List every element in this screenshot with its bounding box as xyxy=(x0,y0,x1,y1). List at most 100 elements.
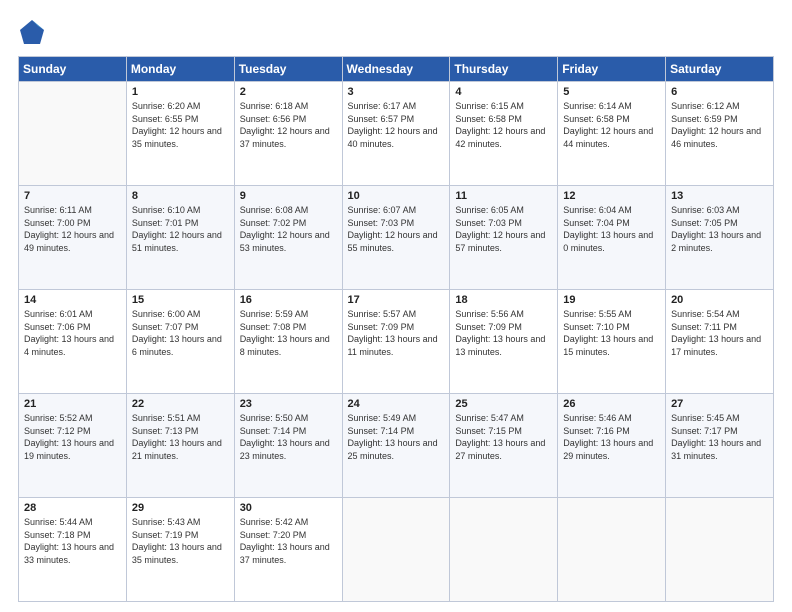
day-cell xyxy=(342,498,450,602)
day-cell: 6 Sunrise: 6:12 AMSunset: 6:59 PMDaylight… xyxy=(666,82,774,186)
day-number: 12 xyxy=(563,190,660,202)
day-cell: 18 Sunrise: 5:56 AMSunset: 7:09 PMDayligh… xyxy=(450,290,558,394)
day-number: 8 xyxy=(132,190,229,202)
day-number: 27 xyxy=(671,398,768,410)
day-cell: 5 Sunrise: 6:14 AMSunset: 6:58 PMDaylight… xyxy=(558,82,666,186)
day-info: Sunrise: 6:14 AMSunset: 6:58 PMDaylight:… xyxy=(563,100,660,150)
day-cell: 20 Sunrise: 5:54 AMSunset: 7:11 PMDayligh… xyxy=(666,290,774,394)
header xyxy=(18,18,774,46)
day-cell: 12 Sunrise: 6:04 AMSunset: 7:04 PMDayligh… xyxy=(558,186,666,290)
day-number: 13 xyxy=(671,190,768,202)
day-cell: 13 Sunrise: 6:03 AMSunset: 7:05 PMDayligh… xyxy=(666,186,774,290)
day-cell: 19Sunrise: 5:55 AMSunset: 7:10 PMDayligh… xyxy=(558,290,666,394)
column-header-sunday: Sunday xyxy=(19,57,127,82)
day-number: 6 xyxy=(671,86,768,98)
day-number: 29 xyxy=(132,502,229,514)
day-info: Sunrise: 5:46 AMSunset: 7:16 PMDaylight:… xyxy=(563,412,660,462)
day-number: 17 xyxy=(348,294,445,306)
day-number: 26 xyxy=(563,398,660,410)
column-header-wednesday: Wednesday xyxy=(342,57,450,82)
day-info: Sunrise: 6:10 AMSunset: 7:01 PMDaylight:… xyxy=(132,204,229,254)
week-row-5: 28 Sunrise: 5:44 AMSunset: 7:18 PMDayligh… xyxy=(19,498,774,602)
day-cell: 4 Sunrise: 6:15 AMSunset: 6:58 PMDaylight… xyxy=(450,82,558,186)
day-number: 10 xyxy=(348,190,445,202)
day-info: Sunrise: 6:15 AMSunset: 6:58 PMDaylight:… xyxy=(455,100,552,150)
day-cell: 24Sunrise: 5:49 AMSunset: 7:14 PMDayligh… xyxy=(342,394,450,498)
day-cell: 16 Sunrise: 5:59 AMSunset: 7:08 PMDayligh… xyxy=(234,290,342,394)
day-number: 30 xyxy=(240,502,337,514)
day-info: Sunrise: 6:07 AMSunset: 7:03 PMDaylight:… xyxy=(348,204,445,254)
day-number: 1 xyxy=(132,86,229,98)
day-cell: 10 Sunrise: 6:07 AMSunset: 7:03 PMDayligh… xyxy=(342,186,450,290)
column-header-tuesday: Tuesday xyxy=(234,57,342,82)
page: SundayMondayTuesdayWednesdayThursdayFrid… xyxy=(0,0,792,612)
day-number: 5 xyxy=(563,86,660,98)
day-info: Sunrise: 5:44 AMSunset: 7:18 PMDaylight:… xyxy=(24,516,121,566)
week-row-3: 14 Sunrise: 6:01 AMSunset: 7:06 PMDayligh… xyxy=(19,290,774,394)
day-cell: 22Sunrise: 5:51 AMSunset: 7:13 PMDayligh… xyxy=(126,394,234,498)
day-number: 18 xyxy=(455,294,552,306)
day-info: Sunrise: 6:03 AMSunset: 7:05 PMDaylight:… xyxy=(671,204,768,254)
day-info: Sunrise: 6:20 AMSunset: 6:55 PMDaylight:… xyxy=(132,100,229,150)
day-info: Sunrise: 5:57 AMSunset: 7:09 PMDaylight:… xyxy=(348,308,445,358)
day-info: Sunrise: 6:11 AMSunset: 7:00 PMDaylight:… xyxy=(24,204,121,254)
column-header-thursday: Thursday xyxy=(450,57,558,82)
day-number: 15 xyxy=(132,294,229,306)
column-header-monday: Monday xyxy=(126,57,234,82)
day-number: 21 xyxy=(24,398,121,410)
day-cell: 29 Sunrise: 5:43 AMSunset: 7:19 PMDayligh… xyxy=(126,498,234,602)
day-info: Sunrise: 5:56 AMSunset: 7:09 PMDaylight:… xyxy=(455,308,552,358)
day-number: 28 xyxy=(24,502,121,514)
day-number: 2 xyxy=(240,86,337,98)
day-number: 11 xyxy=(455,190,552,202)
day-cell: 15 Sunrise: 6:00 AMSunset: 7:07 PMDayligh… xyxy=(126,290,234,394)
day-info: Sunrise: 5:47 AMSunset: 7:15 PMDaylight:… xyxy=(455,412,552,462)
day-info: Sunrise: 5:45 AMSunset: 7:17 PMDaylight:… xyxy=(671,412,768,462)
day-number: 3 xyxy=(348,86,445,98)
day-cell xyxy=(666,498,774,602)
day-cell: 17 Sunrise: 5:57 AMSunset: 7:09 PMDayligh… xyxy=(342,290,450,394)
day-cell: 30 Sunrise: 5:42 AMSunset: 7:20 PMDayligh… xyxy=(234,498,342,602)
day-info: Sunrise: 6:00 AMSunset: 7:07 PMDaylight:… xyxy=(132,308,229,358)
day-number: 4 xyxy=(455,86,552,98)
day-cell: 1 Sunrise: 6:20 AMSunset: 6:55 PMDaylight… xyxy=(126,82,234,186)
week-row-2: 7 Sunrise: 6:11 AMSunset: 7:00 PMDaylight… xyxy=(19,186,774,290)
day-number: 22 xyxy=(132,398,229,410)
logo-icon xyxy=(18,18,46,46)
day-info: Sunrise: 5:43 AMSunset: 7:19 PMDaylight:… xyxy=(132,516,229,566)
day-info: Sunrise: 6:01 AMSunset: 7:06 PMDaylight:… xyxy=(24,308,121,358)
day-info: Sunrise: 6:12 AMSunset: 6:59 PMDaylight:… xyxy=(671,100,768,150)
day-cell: 9 Sunrise: 6:08 AMSunset: 7:02 PMDaylight… xyxy=(234,186,342,290)
day-info: Sunrise: 5:52 AMSunset: 7:12 PMDaylight:… xyxy=(24,412,121,462)
day-number: 9 xyxy=(240,190,337,202)
day-number: 20 xyxy=(671,294,768,306)
day-number: 14 xyxy=(24,294,121,306)
day-number: 16 xyxy=(240,294,337,306)
header-row: SundayMondayTuesdayWednesdayThursdayFrid… xyxy=(19,57,774,82)
day-number: 7 xyxy=(24,190,121,202)
week-row-1: 1 Sunrise: 6:20 AMSunset: 6:55 PMDaylight… xyxy=(19,82,774,186)
day-cell: 8 Sunrise: 6:10 AMSunset: 7:01 PMDaylight… xyxy=(126,186,234,290)
logo xyxy=(18,18,50,46)
day-cell: 3 Sunrise: 6:17 AMSunset: 6:57 PMDaylight… xyxy=(342,82,450,186)
day-info: Sunrise: 6:08 AMSunset: 7:02 PMDaylight:… xyxy=(240,204,337,254)
day-cell: 23Sunrise: 5:50 AMSunset: 7:14 PMDayligh… xyxy=(234,394,342,498)
day-cell xyxy=(19,82,127,186)
day-info: Sunrise: 6:04 AMSunset: 7:04 PMDaylight:… xyxy=(563,204,660,254)
day-info: Sunrise: 6:18 AMSunset: 6:56 PMDaylight:… xyxy=(240,100,337,150)
day-cell xyxy=(558,498,666,602)
day-cell: 21 Sunrise: 5:52 AMSunset: 7:12 PMDayligh… xyxy=(19,394,127,498)
day-info: Sunrise: 5:42 AMSunset: 7:20 PMDaylight:… xyxy=(240,516,337,566)
day-cell: 28 Sunrise: 5:44 AMSunset: 7:18 PMDayligh… xyxy=(19,498,127,602)
day-info: Sunrise: 5:59 AMSunset: 7:08 PMDaylight:… xyxy=(240,308,337,358)
day-cell: 7 Sunrise: 6:11 AMSunset: 7:00 PMDaylight… xyxy=(19,186,127,290)
day-number: 23 xyxy=(240,398,337,410)
column-header-saturday: Saturday xyxy=(666,57,774,82)
column-header-friday: Friday xyxy=(558,57,666,82)
day-info: Sunrise: 5:55 AMSunset: 7:10 PMDaylight:… xyxy=(563,308,660,358)
day-cell: 2 Sunrise: 6:18 AMSunset: 6:56 PMDaylight… xyxy=(234,82,342,186)
day-info: Sunrise: 5:54 AMSunset: 7:11 PMDaylight:… xyxy=(671,308,768,358)
day-info: Sunrise: 5:49 AMSunset: 7:14 PMDaylight:… xyxy=(348,412,445,462)
day-info: Sunrise: 6:17 AMSunset: 6:57 PMDaylight:… xyxy=(348,100,445,150)
day-info: Sunrise: 6:05 AMSunset: 7:03 PMDaylight:… xyxy=(455,204,552,254)
